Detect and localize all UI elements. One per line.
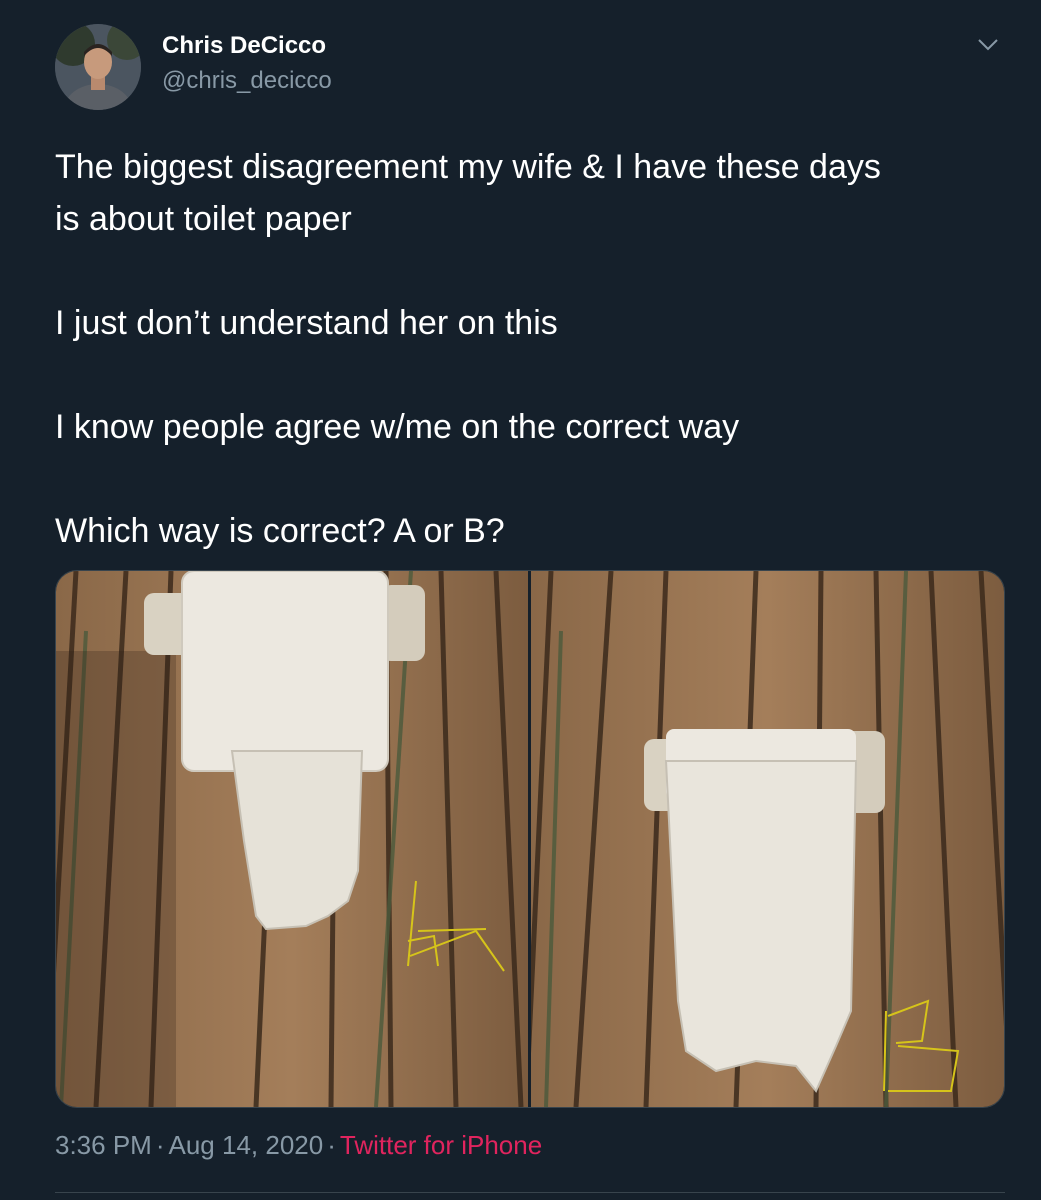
divider xyxy=(55,1192,1005,1193)
tweet-line: is about toilet paper xyxy=(55,200,352,238)
tweet-date[interactable]: Aug 14, 2020 xyxy=(169,1130,324,1160)
tweet: Chris DeCicco @chris_decicco The biggest… xyxy=(0,0,1041,1200)
meta-separator: · xyxy=(327,1130,336,1160)
photo-a[interactable] xyxy=(56,571,528,1107)
tweet-text: The biggest disagreement my wife & I hav… xyxy=(55,141,1005,557)
meta-separator: · xyxy=(155,1130,165,1160)
tweet-line: Which way is correct? A or B? xyxy=(55,512,505,550)
author-name[interactable]: Chris DeCicco xyxy=(162,32,326,60)
avatar[interactable] xyxy=(55,24,141,110)
tweet-media[interactable] xyxy=(55,570,1005,1108)
author-handle[interactable]: @chris_decicco xyxy=(162,67,332,95)
tweet-line: I just don’t understand her on this xyxy=(55,304,558,342)
photo-b[interactable] xyxy=(526,571,1004,1107)
tweet-time[interactable]: 3:36 PM xyxy=(55,1130,152,1160)
tweet-source-link[interactable]: Twitter for iPhone xyxy=(340,1130,542,1160)
tweet-line: The biggest disagreement my wife & I hav… xyxy=(55,148,881,186)
media-photos xyxy=(56,571,1004,1107)
avatar-image xyxy=(55,24,141,110)
tweet-meta: 3:36 PM · Aug 14, 2020 · Twitter for iPhone xyxy=(55,1130,542,1161)
tweet-line: I know people agree w/me on the correct … xyxy=(55,408,740,446)
chevron-down-icon[interactable] xyxy=(974,30,1002,58)
